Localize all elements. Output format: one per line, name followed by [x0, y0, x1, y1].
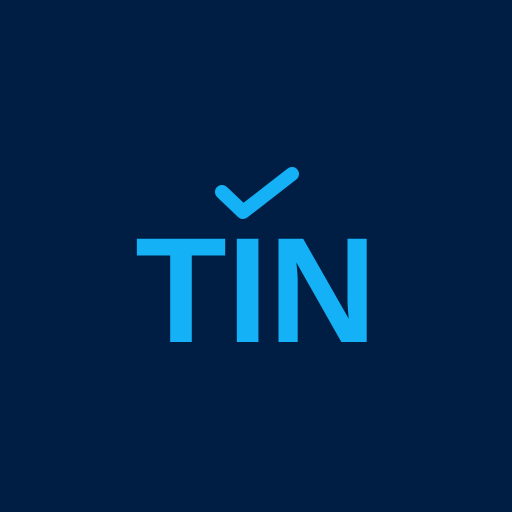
tin-logo: TIN	[135, 167, 377, 374]
logo-wordmark: TIN	[135, 206, 377, 374]
app-logo-canvas: TIN	[0, 0, 512, 512]
